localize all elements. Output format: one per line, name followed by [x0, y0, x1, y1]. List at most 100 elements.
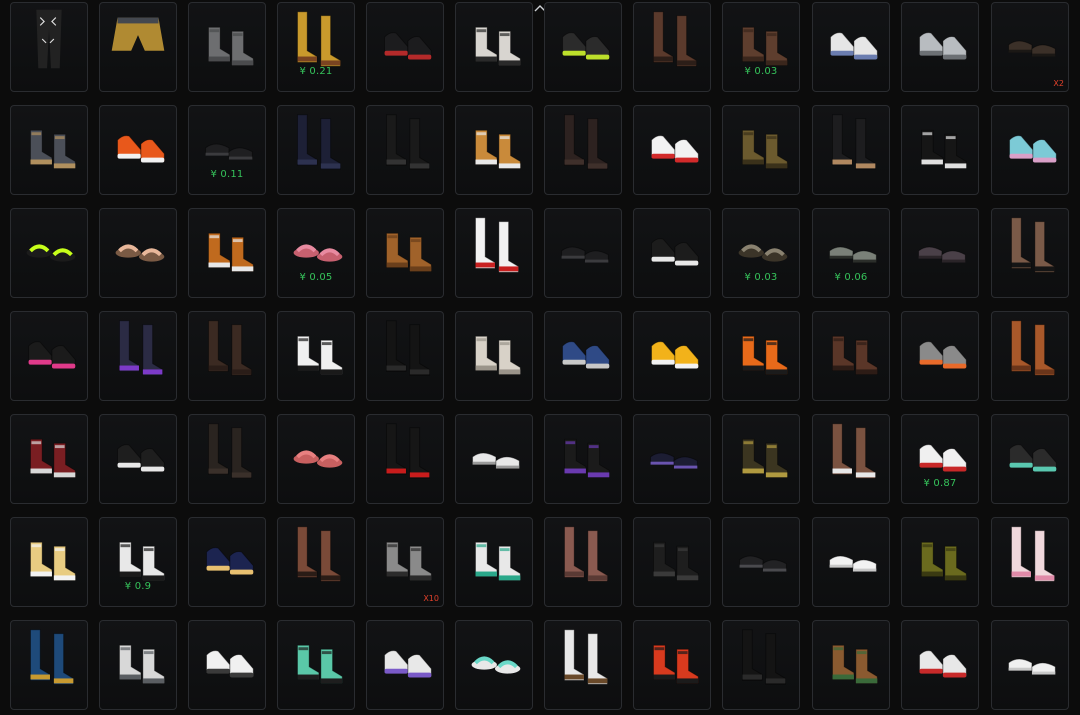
inventory-slot-white-red-sneakers[interactable] — [633, 105, 711, 195]
inventory-slot-black-white-boots[interactable] — [901, 105, 979, 195]
inventory-slot-cream-boots[interactable] — [455, 311, 533, 401]
inventory-slot-pink-fluffy-slippers[interactable] — [277, 414, 355, 504]
inventory-slot-white-loafers[interactable] — [455, 414, 533, 504]
inventory-slot-camo-hi-top[interactable] — [901, 2, 979, 92]
sneaker-icon — [919, 444, 967, 472]
inventory-slot-pink-lace-sneakers[interactable] — [10, 311, 88, 401]
inventory-slot-tan-shoes-socks[interactable] — [455, 105, 533, 195]
boot-short-icon — [30, 129, 76, 169]
inventory-slot-mint-sandals[interactable] — [455, 620, 533, 710]
inventory-slot-tiger-sandals[interactable] — [188, 208, 266, 298]
inventory-slot-black-red-sneakers[interactable] — [366, 2, 444, 92]
inventory-slot-white-hi-top[interactable] — [812, 2, 890, 92]
inventory-slot-brown-lace-legs[interactable] — [277, 517, 355, 607]
inventory-slot-navy-purple-shoes[interactable] — [633, 414, 711, 504]
inventory-slot-black-knee-boots[interactable] — [366, 105, 444, 195]
inventory-slot-flame-boots[interactable] — [722, 311, 800, 401]
inventory-slot-denim-shorts-belt[interactable] — [99, 2, 177, 92]
inventory-slot-orange-sneakers[interactable] — [99, 105, 177, 195]
inventory-slot-gold-combat-boots[interactable] — [722, 414, 800, 504]
inventory-slot-yellow-white-sneakers[interactable] — [633, 311, 711, 401]
inventory-slot-blue-sneakers[interactable] — [544, 311, 622, 401]
inventory-slot-grey-orange-sneakers[interactable] — [901, 311, 979, 401]
inventory-slot-black-lace-sneakers[interactable] — [99, 414, 177, 504]
inventory-slot-mustard-tall-socks[interactable]: ¥ 0.21 — [277, 2, 355, 92]
inventory-slot-white-snow-boots[interactable] — [99, 620, 177, 710]
inventory-slot-mint-combat-boots[interactable] — [277, 620, 355, 710]
inventory-slot-black-hi-tops[interactable] — [633, 208, 711, 298]
inventory-slot-white-purple-sneakers[interactable] — [366, 620, 444, 710]
inventory-slot-navy-gold-sneakers[interactable] — [188, 517, 266, 607]
inventory-slot-grey-work-boots[interactable] — [10, 105, 88, 195]
inventory-slot-pastel-hi-top[interactable] — [991, 105, 1069, 195]
boot-tall-icon — [832, 114, 876, 170]
inventory-slot-pink-slides[interactable]: ¥ 0.05 — [277, 208, 355, 298]
inventory-slot-mauve-thigh-socks[interactable] — [544, 517, 622, 607]
item-price: ¥ 0.05 — [299, 272, 333, 283]
inventory-slot-brown-buckle-boots[interactable] — [633, 2, 711, 92]
inventory-slot-white-flats[interactable] — [812, 517, 890, 607]
inventory-slot-white-leg-warmers[interactable] — [455, 208, 533, 298]
inventory-slot-white-sneakers[interactable] — [188, 620, 266, 710]
inventory-slot-black-dress-shoes[interactable] — [544, 208, 622, 298]
inventory-slot-blue-camo-boots[interactable] — [10, 620, 88, 710]
item-thumbnail — [11, 316, 87, 380]
inventory-slot-black-thigh-boots[interactable] — [722, 620, 800, 710]
inventory-slot-grey-ankle-boots[interactable] — [188, 2, 266, 92]
inventory-slot-brown-green-boots[interactable] — [812, 620, 890, 710]
sneaker-icon — [117, 444, 165, 472]
inventory-slot-navy-tall-boots[interactable] — [277, 105, 355, 195]
inventory-slot-black-buckle-boots[interactable] — [633, 517, 711, 607]
item-thumbnail — [100, 625, 176, 689]
inventory-slot-cognac-tall-boots[interactable] — [991, 311, 1069, 401]
sneaker-icon — [1009, 444, 1057, 472]
inventory-slot-white-low-sneakers[interactable] — [991, 620, 1069, 710]
inventory-slot-red-stripe-socks[interactable] — [366, 414, 444, 504]
inventory-slot-brown-thigh-boots[interactable] — [188, 311, 266, 401]
inventory-slot-purple-strap-sneakers[interactable] — [99, 311, 177, 401]
inventory-slot-olive-rain-boots[interactable] — [901, 517, 979, 607]
inventory-slot-red-white-hi-tops[interactable] — [901, 620, 979, 710]
inventory-slot-patterned-pants[interactable] — [10, 2, 88, 92]
inventory-slot-brown-slouch-boots[interactable] — [366, 208, 444, 298]
inventory-slot-brown-lace-boots[interactable] — [812, 311, 890, 401]
boot-tall-icon — [564, 114, 608, 170]
inventory-slot-purple-black-boots[interactable] — [544, 414, 622, 504]
inventory-slot-tan-slides[interactable] — [99, 208, 177, 298]
item-thumbnail — [723, 625, 799, 689]
inventory-slot-dark-slip-on[interactable]: X2 — [991, 2, 1069, 92]
inventory-slot-white-combat-boots[interactable] — [455, 2, 533, 92]
item-thumbnail — [902, 213, 978, 277]
inventory-slot-black-gaiter-sandals[interactable] — [812, 105, 890, 195]
inventory-slot-dark-tall-socks[interactable] — [188, 414, 266, 504]
inventory-slot-brown-leather-boots[interactable]: ¥ 0.03 — [722, 2, 800, 92]
inventory-slot-brown-lace-gaiters[interactable] — [812, 414, 890, 504]
inventory-slot-maroon-combat-boots[interactable] — [10, 414, 88, 504]
inventory-slot-neon-swim-fins[interactable] — [10, 208, 88, 298]
inventory-slot-white-strap-boots[interactable]: ¥ 0.9 — [99, 517, 177, 607]
item-thumbnail — [456, 110, 532, 174]
inventory-slot-pink-sport-socks[interactable] — [991, 517, 1069, 607]
inventory-slot-plum-slip-ons[interactable] — [901, 208, 979, 298]
inventory-slot-black-stockings[interactable] — [366, 311, 444, 401]
inventory-slot-white-red-sole-sneakers[interactable]: ¥ 0.87 — [901, 414, 979, 504]
inventory-slot-dark-tall-boots[interactable] — [544, 105, 622, 195]
inventory-slot-red-ski-boots[interactable] — [633, 620, 711, 710]
item-thumbnail — [367, 213, 443, 277]
item-thumbnail — [189, 316, 265, 380]
inventory-slot-lime-black-sneakers[interactable] — [544, 2, 622, 92]
inventory-slot-teal-white-hi-tops[interactable] — [455, 517, 533, 607]
inventory-slot-grey-ankle-boots-b[interactable]: X10 — [366, 517, 444, 607]
inventory-slot-olive-combat-boots[interactable] — [722, 105, 800, 195]
inventory-slot-black-sneakers[interactable] — [722, 517, 800, 607]
sandal-icon — [293, 450, 343, 468]
inventory-slot-grey-slip-ons[interactable]: ¥ 0.06 — [812, 208, 890, 298]
inventory-slot-olive-flip-flops[interactable]: ¥ 0.03 — [722, 208, 800, 298]
inventory-slot-cream-gold-boots[interactable] — [10, 517, 88, 607]
inventory-slot-white-cleats[interactable] — [277, 311, 355, 401]
inventory-slot-teal-trim-sneakers[interactable] — [991, 414, 1069, 504]
inventory-slot-white-sock-loafers[interactable] — [544, 620, 622, 710]
item-price: ¥ 0.03 — [744, 66, 778, 77]
inventory-slot-bare-legs-boots[interactable] — [991, 208, 1069, 298]
inventory-slot-black-loafers[interactable]: ¥ 0.11 — [188, 105, 266, 195]
